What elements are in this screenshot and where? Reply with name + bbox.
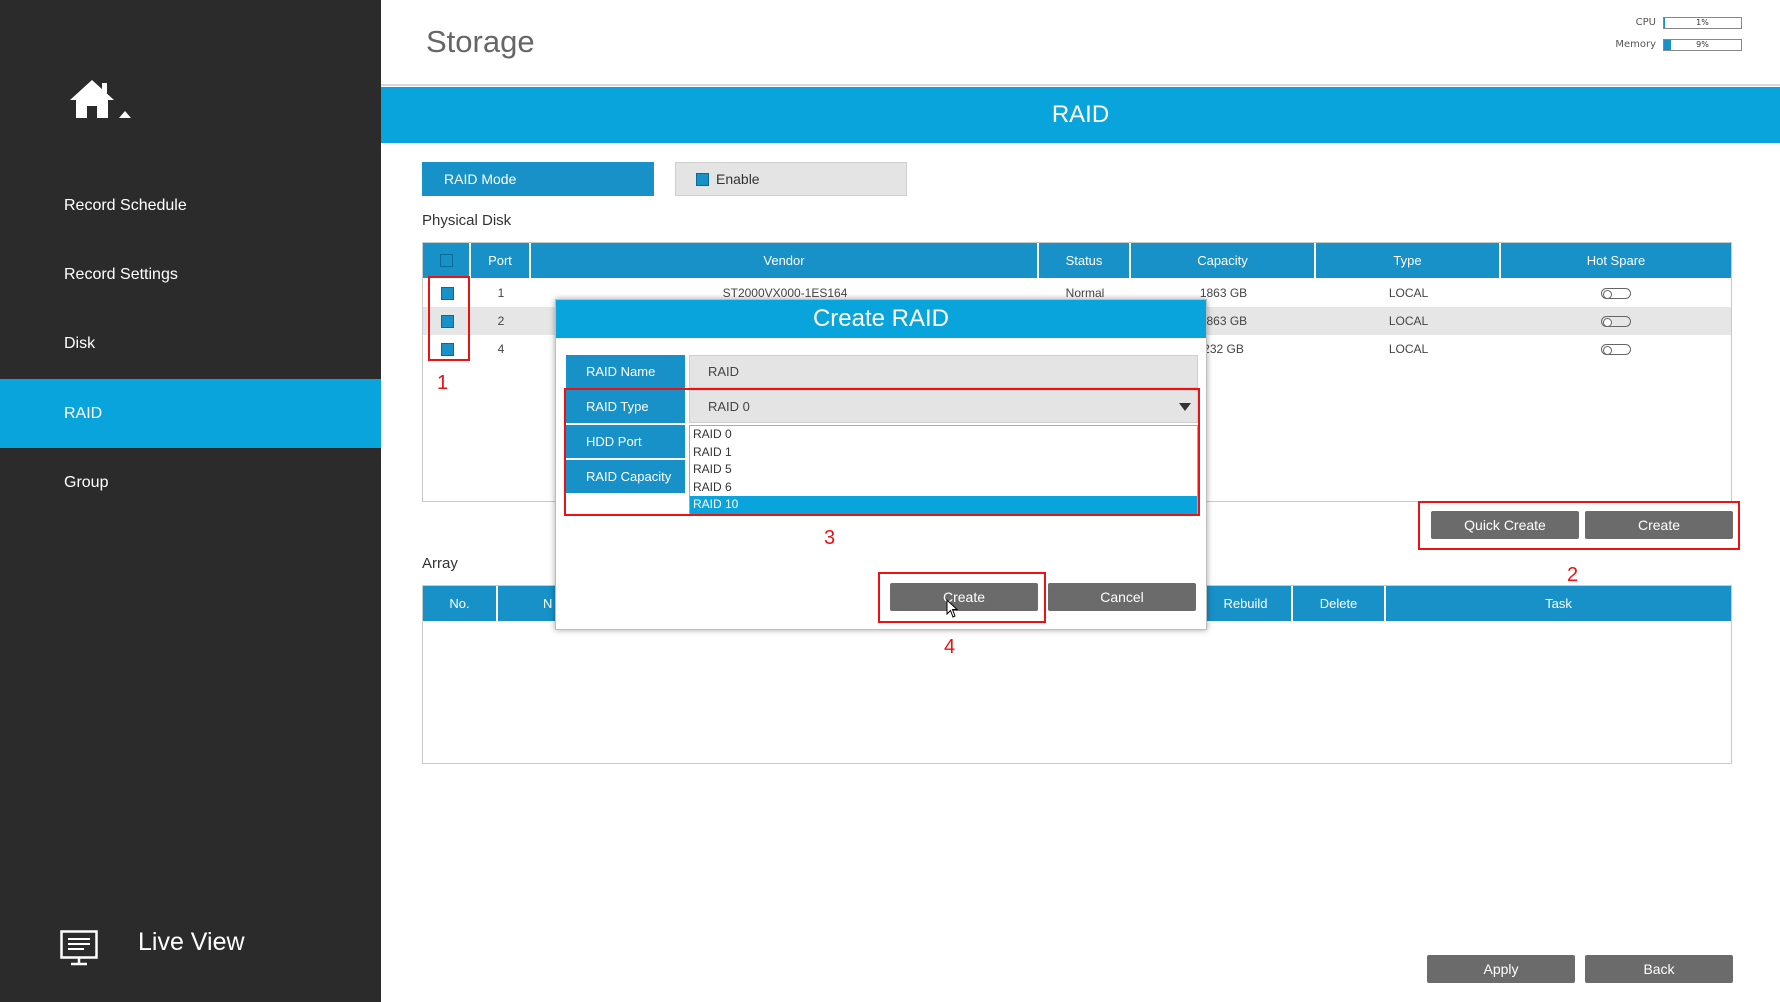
raid-name-label: RAID Name (566, 355, 685, 388)
row-port: 4 (497, 342, 505, 356)
section-banner: RAID (381, 87, 1780, 143)
back-button[interactable]: Back (1585, 955, 1733, 983)
enable-label: Enable (716, 171, 760, 187)
annotation-box-2 (1418, 501, 1740, 550)
sidebar-item-group[interactable]: Group (0, 448, 381, 517)
header-divider (381, 84, 1780, 86)
col-status: Status (1039, 243, 1131, 278)
sidebar-item-record-settings[interactable]: Record Settings (0, 240, 381, 309)
dialog-cancel-button[interactable]: Cancel (1048, 583, 1196, 611)
cpu-value: 1% (1696, 18, 1709, 27)
caret-up-icon (119, 111, 131, 118)
hot-spare-toggle[interactable] (1601, 316, 1631, 328)
physical-disk-label: Physical Disk (422, 212, 512, 229)
select-all-checkbox[interactable] (439, 254, 453, 268)
annotation-number-4: 4 (944, 636, 956, 658)
annotation-box-4 (878, 572, 1046, 623)
raid-mode-label: RAID Mode (422, 162, 654, 196)
memory-value: 9% (1696, 40, 1709, 49)
row-port: 2 (497, 314, 505, 328)
annotation-number-2: 2 (1567, 564, 1579, 586)
col-delete: Delete (1293, 586, 1386, 621)
row-port: 1 (497, 286, 505, 300)
col-port: Port (471, 243, 531, 278)
col-type: Type (1316, 243, 1501, 278)
array-label: Array (422, 555, 458, 572)
raid-mode-enable-toggle[interactable]: Enable (675, 162, 907, 196)
row-type: LOCAL (1388, 314, 1429, 328)
col-vendor: Vendor (531, 243, 1039, 278)
col-hot-spare: Hot Spare (1501, 243, 1731, 278)
hot-spare-toggle[interactable] (1601, 344, 1631, 356)
dialog-title: Create RAID (556, 300, 1206, 338)
col-task: Task (1386, 586, 1731, 621)
cpu-label: CPU (1635, 17, 1656, 28)
hot-spare-toggle[interactable] (1601, 288, 1631, 300)
enable-checkbox[interactable] (696, 173, 709, 186)
row-type: LOCAL (1388, 286, 1429, 300)
memory-meter: 9% (1663, 39, 1742, 51)
annotation-number-3: 3 (824, 527, 836, 549)
raid-name-input[interactable]: RAID (689, 355, 1198, 388)
memory-label: Memory (1615, 39, 1656, 50)
col-capacity: Capacity (1131, 243, 1316, 278)
sidebar-item-record-schedule[interactable]: Record Schedule (0, 171, 381, 240)
monitor-icon[interactable] (60, 930, 98, 966)
col-rebuild: Rebuild (1200, 586, 1293, 621)
row-type: LOCAL (1388, 342, 1429, 356)
apply-button[interactable]: Apply (1427, 955, 1575, 983)
live-view-label[interactable]: Live View (138, 928, 245, 957)
annotation-box-1 (428, 276, 470, 361)
cpu-meter: 1% (1663, 17, 1742, 29)
sidebar-item-disk[interactable]: Disk (0, 309, 381, 378)
sidebar: Record Schedule Record Settings Disk RAI… (0, 0, 381, 1002)
sidebar-item-raid[interactable]: RAID (0, 379, 381, 448)
annotation-box-3 (564, 388, 1200, 516)
annotation-number-1: 1 (437, 372, 449, 394)
select-all-header (423, 243, 471, 278)
page-title: Storage (426, 24, 535, 59)
col-no: No. (423, 586, 498, 621)
home-icon[interactable] (68, 78, 116, 120)
